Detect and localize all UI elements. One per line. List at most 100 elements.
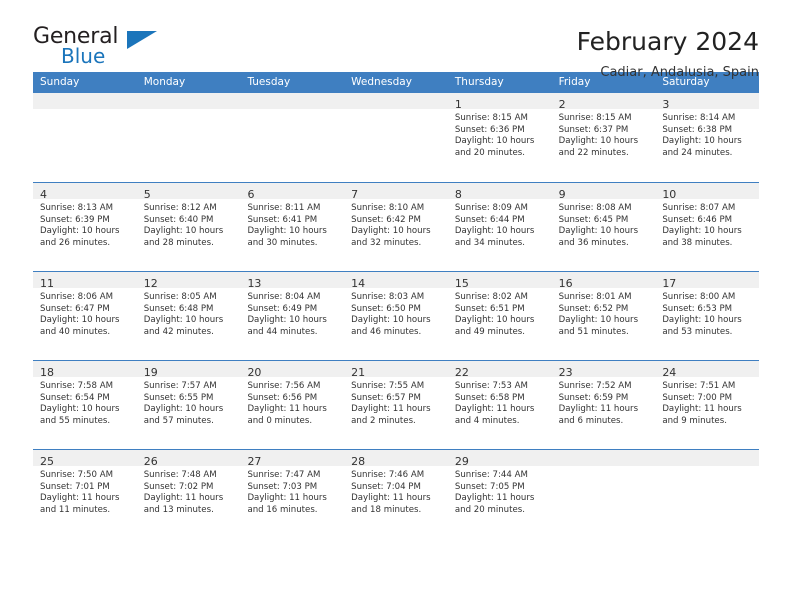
calendar-day-cell[interactable]: 4 Sunrise: 8:13 AM Sunset: 6:39 PM Daylight…: [33, 183, 137, 271]
daylight-text-line1: Daylight: 10 hours: [662, 226, 742, 237]
day-number-band: 1: [447, 93, 552, 111]
calendar-day-cell[interactable]: 6 Sunrise: 8:11 AM Sunset: 6:41 PM Daylight…: [240, 183, 345, 271]
sunrise-text: Sunrise: 8:07 AM: [662, 203, 736, 213]
day-number: 17: [662, 277, 677, 290]
daylight-text-line2: and 44 minutes.: [247, 326, 318, 337]
calendar-day-cell[interactable]: 5 Sunrise: 8:12 AM Sunset: 6:40 PM Daylight…: [136, 183, 241, 271]
sunrise-text: Sunrise: 8:13 AM: [40, 203, 113, 213]
calendar-day-cell-empty: [136, 93, 241, 182]
calendar-day-cell[interactable]: 15 Sunrise: 8:02 AM Sunset: 6:51 PM Dayligh…: [447, 272, 552, 360]
daylight-text-line2: and 51 minutes.: [558, 326, 629, 337]
calendar-week-row: 4 Sunrise: 8:13 AM Sunset: 6:39 PM Daylight…: [33, 182, 760, 271]
sunset-text: Sunset: 6:55 PM: [143, 392, 214, 403]
daylight-text-line1: Daylight: 10 hours: [40, 404, 120, 415]
day-number-band: 23: [551, 361, 656, 379]
calendar-day-cell[interactable]: 16 Sunrise: 8:01 AM Sunset: 6:52 PM Dayligh…: [551, 272, 656, 360]
daylight-text-line1: Daylight: 10 hours: [558, 136, 639, 147]
day-number-band: 9: [551, 183, 656, 201]
day-sun-info: Sunrise: 7:48 AM Sunset: 7:02 PM Daylight:…: [137, 466, 241, 516]
day-sun-info: Sunrise: 8:13 AM Sunset: 6:39 PM Daylight:…: [33, 199, 137, 249]
weekday-header-wednesday: Wednesday: [351, 76, 412, 88]
calendar-day-cell[interactable]: 8 Sunrise: 8:09 AM Sunset: 6:44 PM Daylight…: [447, 183, 552, 271]
sunset-text: Sunset: 6:38 PM: [662, 124, 733, 135]
sunrise-text: Sunrise: 7:52 AM: [558, 381, 632, 391]
general-blue-logo[interactable]: General Blue: [33, 25, 183, 77]
day-sun-info: Sunrise: 8:08 AM Sunset: 6:45 PM Daylight:…: [552, 199, 656, 249]
sunrise-text: Sunrise: 7:44 AM: [454, 470, 528, 480]
sunset-text: Sunset: 6:37 PM: [558, 124, 629, 135]
calendar-week-row: 1 Sunrise: 8:15 AM Sunset: 6:36 PM Daylight…: [33, 93, 760, 182]
daylight-text-line1: Daylight: 11 hours: [558, 404, 639, 415]
sunset-text: Sunset: 6:53 PM: [662, 303, 733, 314]
calendar-day-cell[interactable]: 25 Sunrise: 7:50 AM Sunset: 7:01 PM Dayligh…: [33, 450, 137, 538]
calendar-day-cell[interactable]: 11 Sunrise: 8:06 AM Sunset: 6:47 PM Dayligh…: [33, 272, 137, 360]
day-number-band: 28: [344, 450, 448, 468]
calendar-day-cell[interactable]: 13 Sunrise: 8:04 AM Sunset: 6:49 PM Dayligh…: [240, 272, 345, 360]
calendar-day-cell[interactable]: 3 Sunrise: 8:14 AM Sunset: 6:38 PM Daylight…: [655, 93, 760, 182]
calendar-day-cell[interactable]: 1 Sunrise: 8:15 AM Sunset: 6:36 PM Daylight…: [447, 93, 552, 182]
sunset-text: Sunset: 7:03 PM: [247, 481, 318, 492]
day-sun-info: Sunrise: 8:14 AM Sunset: 6:38 PM Daylight:…: [655, 109, 759, 159]
day-number-band: 3: [655, 93, 760, 111]
calendar-page: General Blue February 2024 Cadiar, Andal…: [0, 0, 792, 612]
sunset-text: Sunset: 6:48 PM: [143, 303, 214, 314]
day-number-band: 24: [655, 361, 760, 379]
daylight-text-line1: Daylight: 11 hours: [143, 493, 224, 504]
calendar-day-cell[interactable]: 20 Sunrise: 7:56 AM Sunset: 6:56 PM Dayligh…: [240, 361, 345, 449]
day-number: 7: [351, 188, 359, 201]
day-sun-info: Sunrise: 8:09 AM Sunset: 6:44 PM Daylight:…: [448, 199, 552, 249]
calendar-day-cell[interactable]: 9 Sunrise: 8:08 AM Sunset: 6:45 PM Daylight…: [551, 183, 656, 271]
sunrise-text: Sunrise: 8:02 AM: [454, 292, 528, 302]
day-number-band: 16: [551, 272, 656, 290]
day-number-band: 8: [447, 183, 552, 201]
page-header: General Blue February 2024 Cadiar, Andal…: [33, 0, 759, 81]
day-number: 14: [351, 277, 366, 290]
calendar-day-cell[interactable]: 23 Sunrise: 7:52 AM Sunset: 6:59 PM Dayligh…: [551, 361, 656, 449]
day-number: 1: [454, 98, 462, 111]
page-title: February 2024: [576, 27, 759, 56]
calendar-day-cell[interactable]: 28 Sunrise: 7:46 AM Sunset: 7:04 PM Dayligh…: [344, 450, 448, 538]
daylight-text-line1: Daylight: 11 hours: [351, 404, 431, 415]
calendar-day-cell[interactable]: 10 Sunrise: 8:07 AM Sunset: 6:46 PM Dayligh…: [655, 183, 760, 271]
calendar-day-cell[interactable]: 14 Sunrise: 8:03 AM Sunset: 6:50 PM Dayligh…: [344, 272, 448, 360]
day-number-band: 11: [33, 272, 137, 290]
calendar-day-cell[interactable]: 7 Sunrise: 8:10 AM Sunset: 6:42 PM Daylight…: [344, 183, 448, 271]
day-number: 21: [351, 366, 366, 379]
sunrise-text: Sunrise: 8:06 AM: [40, 292, 113, 302]
daylight-text-line2: and 24 minutes.: [662, 147, 733, 158]
weekday-header-tuesday: Tuesday: [247, 76, 291, 88]
day-number-band: [240, 93, 345, 109]
calendar-day-cell[interactable]: 24 Sunrise: 7:51 AM Sunset: 7:00 PM Dayligh…: [655, 361, 760, 449]
daylight-text-line2: and 6 minutes.: [558, 415, 624, 426]
calendar-day-cell[interactable]: 17 Sunrise: 8:00 AM Sunset: 6:53 PM Dayligh…: [655, 272, 760, 360]
sunrise-text: Sunrise: 7:53 AM: [454, 381, 528, 391]
day-sun-info: Sunrise: 8:05 AM Sunset: 6:48 PM Daylight:…: [137, 288, 241, 338]
daylight-text-line2: and 2 minutes.: [351, 415, 416, 426]
calendar-day-cell[interactable]: 19 Sunrise: 7:57 AM Sunset: 6:55 PM Dayligh…: [136, 361, 241, 449]
daylight-text-line2: and 46 minutes.: [351, 326, 422, 337]
calendar-day-cell[interactable]: 26 Sunrise: 7:48 AM Sunset: 7:02 PM Dayligh…: [136, 450, 241, 538]
day-sun-info: Sunrise: 7:47 AM Sunset: 7:03 PM Daylight:…: [240, 466, 344, 516]
calendar-day-cell[interactable]: 21 Sunrise: 7:55 AM Sunset: 6:57 PM Dayligh…: [344, 361, 448, 449]
sunset-text: Sunset: 6:41 PM: [247, 214, 318, 225]
weekday-header-friday: Friday: [558, 76, 591, 88]
calendar-day-cell[interactable]: 2 Sunrise: 8:15 AM Sunset: 6:37 PM Daylight…: [551, 93, 656, 182]
daylight-text-line2: and 0 minutes.: [247, 415, 313, 426]
day-sun-info: Sunrise: 8:12 AM Sunset: 6:40 PM Daylight:…: [137, 199, 241, 249]
day-number-band: 4: [33, 183, 137, 201]
daylight-text-line2: and 9 minutes.: [662, 415, 727, 426]
calendar-day-cell[interactable]: 12 Sunrise: 8:05 AM Sunset: 6:48 PM Dayligh…: [136, 272, 241, 360]
calendar-day-cell[interactable]: 29 Sunrise: 7:44 AM Sunset: 7:05 PM Dayligh…: [447, 450, 552, 538]
sunset-text: Sunset: 6:47 PM: [40, 303, 110, 314]
day-number-band: 25: [33, 450, 137, 468]
calendar-day-cell[interactable]: 27 Sunrise: 7:47 AM Sunset: 7:03 PM Dayligh…: [240, 450, 345, 538]
sunrise-text: Sunrise: 8:12 AM: [143, 203, 217, 213]
day-number-band: 2: [551, 93, 656, 111]
calendar-day-cell[interactable]: 18 Sunrise: 7:58 AM Sunset: 6:54 PM Dayligh…: [33, 361, 137, 449]
calendar-day-cell[interactable]: 22 Sunrise: 7:53 AM Sunset: 6:58 PM Dayligh…: [447, 361, 552, 449]
sunrise-text: Sunrise: 7:58 AM: [40, 381, 113, 391]
day-number: 27: [247, 455, 262, 468]
day-number-band: 29: [447, 450, 552, 468]
daylight-text-line1: Daylight: 10 hours: [662, 136, 742, 147]
day-sun-info: Sunrise: 8:10 AM Sunset: 6:42 PM Daylight:…: [344, 199, 448, 249]
